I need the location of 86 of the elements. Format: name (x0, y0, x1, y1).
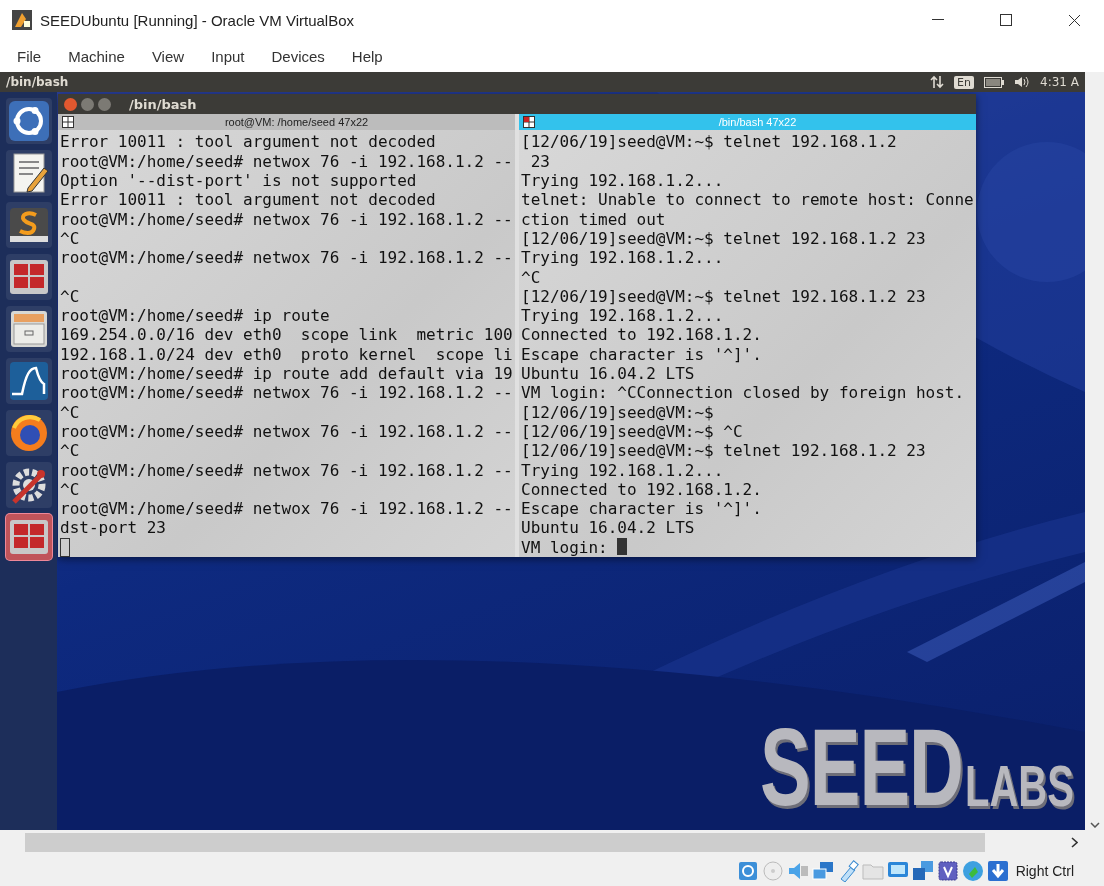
terminal-line: Connected to 192.168.1.2. (521, 479, 762, 500)
terminal-line: Trying 192.168.1.2... (521, 306, 724, 326)
terminal-line: [12/06/19]seed@VM:~$ ^C (521, 421, 743, 442)
menu-item[interactable]: Help (340, 47, 394, 65)
terminal-line: root@VM:/home/seed# netwox 76 -i 192.168.1.2 -- (60, 421, 513, 442)
terminal-line: Error 10011 : tool argument not decoded (60, 190, 436, 210)
terminal-line: root@VM:/home/seed# netwox 76 -i 192.168.1.2 -- (60, 151, 513, 172)
terminal-line: [12/06/19]seed@VM:~$ telnet 192.168.1.2 23 (521, 286, 926, 307)
chip-icon[interactable] (936, 859, 959, 882)
terminal-pane[interactable] (58, 130, 515, 557)
terminal-line: ^C (521, 267, 541, 287)
s-app-icon[interactable] (5, 202, 52, 248)
terminal-line: ^C (60, 286, 80, 307)
round-logo-icon[interactable] (5, 98, 52, 144)
terminal-line: ^C (60, 479, 80, 500)
monitors-icon[interactable] (811, 859, 834, 882)
terminal-line: Trying 192.168.1.2... (521, 248, 724, 268)
terminal-line: VM login: (521, 537, 608, 557)
terminal-line: 23 (529, 151, 550, 172)
close-button[interactable] (64, 97, 77, 111)
workspace-grid-icon[interactable] (5, 514, 52, 560)
terminal-line: Ubuntu 16.04.2 LTS (521, 518, 695, 538)
windows-icon[interactable] (911, 859, 934, 882)
split-grid-icon[interactable] (523, 116, 535, 129)
workspace-grid-icon[interactable] (5, 254, 52, 300)
gear-wrench-icon[interactable] (5, 462, 52, 508)
scroll-right-icon[interactable] (1071, 837, 1078, 848)
terminal-line: ^C (60, 441, 80, 461)
terminal-line: [12/06/19]seed@VM:~$ telnet 192.168.1.2 (521, 132, 897, 152)
notepad-pencil-icon[interactable] (5, 150, 52, 196)
terminal-line: root@VM:/home/seed# netwox 76 -i 192.168.1.2 -- (60, 209, 513, 229)
menu-item[interactable]: Devices (260, 47, 336, 65)
terminal-line: Error 10011 : tool argument not decoded (60, 132, 436, 152)
panel-title: /bin/bash (6, 75, 70, 89)
split-grid-icon[interactable] (62, 116, 74, 129)
window-title: SEEDUbuntu [Running] - Oracle VM VirtualBox (40, 11, 356, 29)
terminal-line: root@VM:/home/seed# netwox 76 -i 192.168.1.2 -- (60, 460, 513, 480)
maximize-icon[interactable] (1000, 14, 1012, 26)
terminal-line: 192.168.1.0/24 dev eth0 proto kernel scope li (60, 344, 513, 365)
volume-icon[interactable] (1014, 76, 1030, 88)
terminal-line: Escape character is '^]'. (521, 499, 762, 519)
terminal-line: dst-port 23 (60, 518, 166, 538)
terminal-line: 169.254.0.0/16 dev eth0 scope link metric 100 (60, 325, 513, 345)
menu-item[interactable]: Machine (57, 47, 136, 65)
menu-item[interactable]: Input (200, 47, 256, 65)
terminal-line: Ubuntu 16.04.2 LTS (521, 364, 695, 384)
window-title: /bin/bash (129, 96, 197, 112)
wallpaper-logo: SEED (760, 722, 963, 812)
terminal-line: Trying 192.168.1.2... (521, 171, 724, 191)
maximize-button[interactable] (98, 97, 111, 111)
terminal-line: VM login: ^CConnection closed by foreign host. (521, 383, 965, 403)
app-icon (12, 10, 32, 30)
wallpaper-logo-suffix: LABS (964, 759, 1074, 812)
terminal-line: telnet: Unable to connect to remote host: Conne (521, 190, 974, 210)
terminal-line: root@VM:/home/seed# netwox 76 -i 192.168.1.2 -- (60, 383, 513, 403)
pane-header[interactable]: root@VM: /home/seed 47x22 (58, 114, 515, 131)
close-icon[interactable] (1067, 13, 1081, 27)
terminal-line: [12/06/19]seed@VM:~$ telnet 192.168.1.2 23 (521, 228, 926, 249)
clock[interactable]: 4:31 A (1040, 75, 1079, 89)
terminal-line: Trying 192.168.1.2... (521, 460, 724, 480)
terminal-line: ^C (60, 228, 80, 249)
terminal-line: root@VM:/home/seed# ip route add default via 19 (60, 364, 513, 384)
terminal-line: Option '--dist-port' is not supported (60, 171, 417, 191)
terminal-pane[interactable] (519, 130, 976, 557)
scroll-down-icon[interactable] (1089, 822, 1100, 828)
keyboard-layout-indicator[interactable]: En (954, 75, 974, 89)
fox-globe-icon[interactable] (5, 410, 52, 456)
menu-item[interactable]: File (6, 47, 53, 65)
terminal-line: root@VM:/home/seed# netwox 76 -i 192.168.1.2 -- (60, 248, 513, 268)
fin-wave-icon[interactable] (5, 358, 52, 404)
terminal-line: ^C (60, 402, 80, 422)
terminal-line: ction timed out (521, 209, 666, 229)
minimize-button[interactable] (81, 97, 94, 111)
terminal-line: [12/06/19]seed@VM:~$ telnet 192.168.1.2 23 (521, 441, 926, 461)
terminal-line: root@VM:/home/seed# ip route (60, 306, 330, 326)
minimize-icon[interactable] (932, 19, 944, 21)
terminal-line: root@VM:/home/seed# netwox 76 -i 192.168.1.2 -- (60, 499, 513, 519)
terminal-line: Connected to 192.168.1.2. (521, 325, 762, 345)
menu-item[interactable]: View (140, 47, 196, 65)
terminal-line: [12/06/19]seed@VM:~$ (521, 402, 714, 422)
host-key-label: Right Ctrl (1015, 862, 1074, 879)
drawer-icon[interactable] (5, 306, 52, 352)
scrollbar-thumb[interactable] (25, 833, 985, 852)
network-arrows-icon[interactable] (930, 75, 945, 89)
battery-icon[interactable] (984, 76, 1004, 88)
terminal-line: Escape character is '^]'. (521, 344, 762, 365)
